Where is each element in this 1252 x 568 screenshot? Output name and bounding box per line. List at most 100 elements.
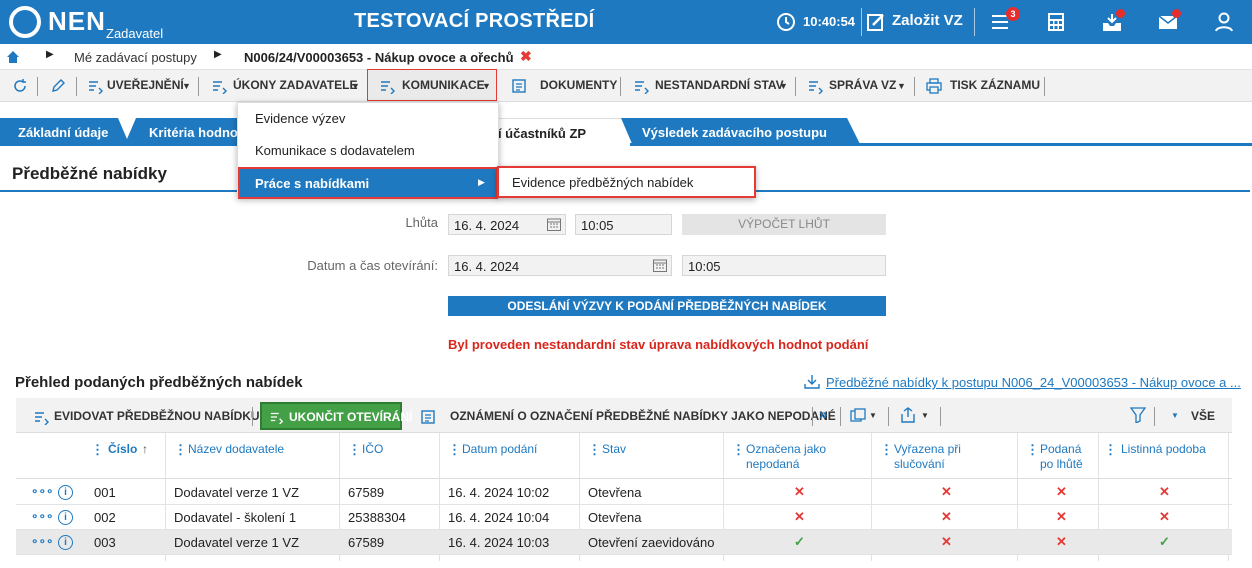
col-grip-icon[interactable]: ⋮ xyxy=(1026,442,1039,457)
nen-logo-icon xyxy=(9,6,41,38)
col-grip-icon[interactable]: ⋮ xyxy=(448,442,461,457)
col-header-nazev[interactable]: Název dodavatele xyxy=(188,442,284,457)
col-grip-icon[interactable]: ⋮ xyxy=(1104,442,1117,457)
filter-icon[interactable] xyxy=(1130,407,1146,423)
calendar-icon[interactable] xyxy=(547,218,561,231)
logo-subtitle: Zadavatel xyxy=(106,26,164,41)
calendar-icon[interactable] xyxy=(653,259,667,272)
download-icon[interactable] xyxy=(804,374,820,389)
col-grip-icon[interactable]: ⋮ xyxy=(588,442,601,457)
table-row[interactable]: ∘∘∘ i 001 Dodavatel verze 1 VZ 67589 16.… xyxy=(16,480,1232,505)
cross-icon: ✕ xyxy=(794,484,805,499)
export-icon[interactable] xyxy=(900,407,916,423)
filter-select[interactable]: VŠE xyxy=(1191,409,1215,423)
menu-item-evidence-vyzev[interactable]: Evidence výzev xyxy=(255,111,345,126)
chevron-right-icon: ▶ xyxy=(214,49,222,60)
vypocet-lhut-button[interactable]: VÝPOČET LHŮT xyxy=(682,214,886,235)
info-icon[interactable]: i xyxy=(58,535,73,550)
col-header-ico[interactable]: IČO xyxy=(362,442,383,457)
divider xyxy=(888,407,889,426)
breadcrumb-item-current: N006/24/V00003653 - Nákup ovoce a ořechů xyxy=(244,50,514,65)
caret-down-icon: ▼ xyxy=(182,81,191,91)
lhuta-date-field[interactable]: 16. 4. 2024 xyxy=(448,214,566,235)
menu-item-label: Práce s nabídkami xyxy=(255,176,370,191)
tab-zakladni-udaje[interactable]: Základní údaje xyxy=(0,118,130,146)
divider xyxy=(861,8,862,36)
col-grip-icon[interactable]: ⋮ xyxy=(174,442,187,457)
list-icon xyxy=(270,412,284,424)
sort-asc-icon[interactable]: ↑ xyxy=(142,442,148,457)
tab-ucastnici-zp[interactable]: ní účastníků ZP xyxy=(490,118,630,146)
menu-item-komunikace-s-dodavatelem[interactable]: Komunikace s dodavatelem xyxy=(255,143,415,158)
col-grip-icon[interactable]: ⋮ xyxy=(91,442,104,457)
cell-datum: 16. 4. 2024 10:03 xyxy=(448,535,550,550)
header-line: po lhůtě xyxy=(1040,457,1083,471)
ukony-zadavatele-menu[interactable]: ÚKONY ZADAVATELE xyxy=(233,78,357,92)
action-toolbar: UVEŘEJNĚNÍ ▼ ÚKONY ZADAVATELE ▼ KOMUNIKA… xyxy=(0,69,1252,102)
tisk-zaznamu-button[interactable]: TISK ZÁZNAMU xyxy=(950,78,1040,92)
more-icon[interactable]: » xyxy=(819,406,827,423)
tab-bar: Základní údaje Kritéria hodno ní účastní… xyxy=(0,118,1252,146)
menu-item-evidence-predbeznych-nabidek[interactable]: Evidence předběžných nabídek xyxy=(512,175,693,190)
otevirani-date-field[interactable]: 16. 4. 2024 xyxy=(448,255,672,276)
more-options-icon[interactable]: ∘∘∘ xyxy=(31,534,54,548)
cell-cislo: 001 xyxy=(94,485,116,500)
more-options-icon[interactable]: ∘∘∘ xyxy=(31,509,54,523)
col-grip-icon[interactable]: ⋮ xyxy=(348,442,361,457)
cell-cislo: 003 xyxy=(94,535,116,550)
col-grip-icon[interactable]: ⋮ xyxy=(732,442,745,457)
otevirani-time-field[interactable]: 10:05 xyxy=(682,255,886,276)
uverejneni-menu[interactable]: UVEŘEJNĚNÍ xyxy=(107,78,184,92)
table-row-selected[interactable]: ∘∘∘ i 003 Dodavatel verze 1 VZ 67589 16.… xyxy=(16,530,1232,555)
tab-kriteria-hodnoceni[interactable]: Kritéria hodno xyxy=(124,118,254,146)
komunikace-dropdown: Evidence výzev Komunikace s dodavatelem … xyxy=(237,102,499,199)
grid-title: Přehled podaných předběžných nabídek xyxy=(15,374,303,391)
ukoncit-otevirani-button[interactable]: UKONČIT OTEVÍRÁNÍ xyxy=(260,402,412,430)
menu-item-prace-s-nabidkami[interactable]: Práce s nabídkami ▶ xyxy=(238,167,498,199)
header-line: Vyřazena při xyxy=(894,442,961,456)
mail-dot xyxy=(1172,9,1181,18)
user-icon[interactable] xyxy=(1213,11,1235,33)
caret-down-icon: ▼ xyxy=(869,411,877,420)
download-link[interactable]: Předběžné nabídky k postupu N006_24_V000… xyxy=(826,375,1241,390)
more-options-icon[interactable]: ∘∘∘ xyxy=(31,484,54,498)
cell-cislo: 002 xyxy=(94,510,116,525)
col-header-podana[interactable]: Podaná po lhůtě xyxy=(1040,442,1083,472)
columns-icon[interactable] xyxy=(850,408,866,424)
refresh-icon[interactable] xyxy=(12,78,28,94)
calculator-icon[interactable] xyxy=(1045,11,1067,33)
lhuta-time-field[interactable]: 10:05 xyxy=(575,214,672,235)
breadcrumb-item-postupy[interactable]: Mé zadávací postupy xyxy=(74,50,197,65)
komunikace-menu[interactable]: KOMUNIKACE xyxy=(402,78,485,92)
sprava-vz-menu[interactable]: SPRÁVA VZ xyxy=(829,78,896,92)
cell-ico: 67589 xyxy=(348,535,385,550)
create-vz-button[interactable]: Založit VZ xyxy=(892,12,963,29)
tab-vysledek-postupu[interactable]: Výsledek zadávacího postupu xyxy=(621,118,861,146)
info-icon[interactable]: i xyxy=(58,485,73,500)
cross-icon: ✕ xyxy=(1056,484,1067,499)
col-grip-icon[interactable]: ⋮ xyxy=(880,442,893,457)
col-header-listinna[interactable]: Listinná podoba xyxy=(1121,442,1206,457)
list-icon xyxy=(89,81,103,94)
close-icon[interactable]: ✖ xyxy=(520,48,532,65)
info-icon[interactable]: i xyxy=(58,510,73,525)
tab-label: Kritéria hodno xyxy=(149,125,238,140)
col-header-datum[interactable]: Datum podání xyxy=(462,442,537,457)
dokumenty-button[interactable]: DOKUMENTY xyxy=(540,78,617,92)
col-header-stav[interactable]: Stav xyxy=(602,442,626,457)
col-header-vyrazena[interactable]: Vyřazena při slučování xyxy=(894,442,961,472)
edit-icon[interactable] xyxy=(866,12,886,32)
col-header-cislo[interactable]: Číslo xyxy=(108,442,137,457)
odeslani-vyzvy-button[interactable]: ODESLÁNÍ VÝZVY K PODÁNÍ PŘEDBĚŽNÝCH NABÍ… xyxy=(448,296,886,316)
table-row[interactable]: ∘∘∘ i 002 Dodavatel - školení 1 25388304… xyxy=(16,505,1232,530)
session-time: 10:40:54 xyxy=(803,14,856,29)
home-icon[interactable] xyxy=(6,50,20,64)
col-header-oznacena[interactable]: Označena jako nepodaná xyxy=(746,442,826,472)
pencil-icon[interactable] xyxy=(50,78,66,94)
warning-message: Byl proveden nestandardní stav úprava na… xyxy=(448,337,869,352)
cell-ico: 67589 xyxy=(348,485,385,500)
evidovat-nabidku-button[interactable]: EVIDOVAT PŘEDBĚŽNOU NABÍDKU xyxy=(54,409,260,423)
divider xyxy=(76,77,77,96)
nestandardni-stav-menu[interactable]: NESTANDARDNÍ STAV xyxy=(655,78,784,92)
oznameni-button[interactable]: OZNÁMENÍ O OZNAČENÍ PŘEDBĚŽNÉ NABÍDKY JA… xyxy=(450,409,836,423)
